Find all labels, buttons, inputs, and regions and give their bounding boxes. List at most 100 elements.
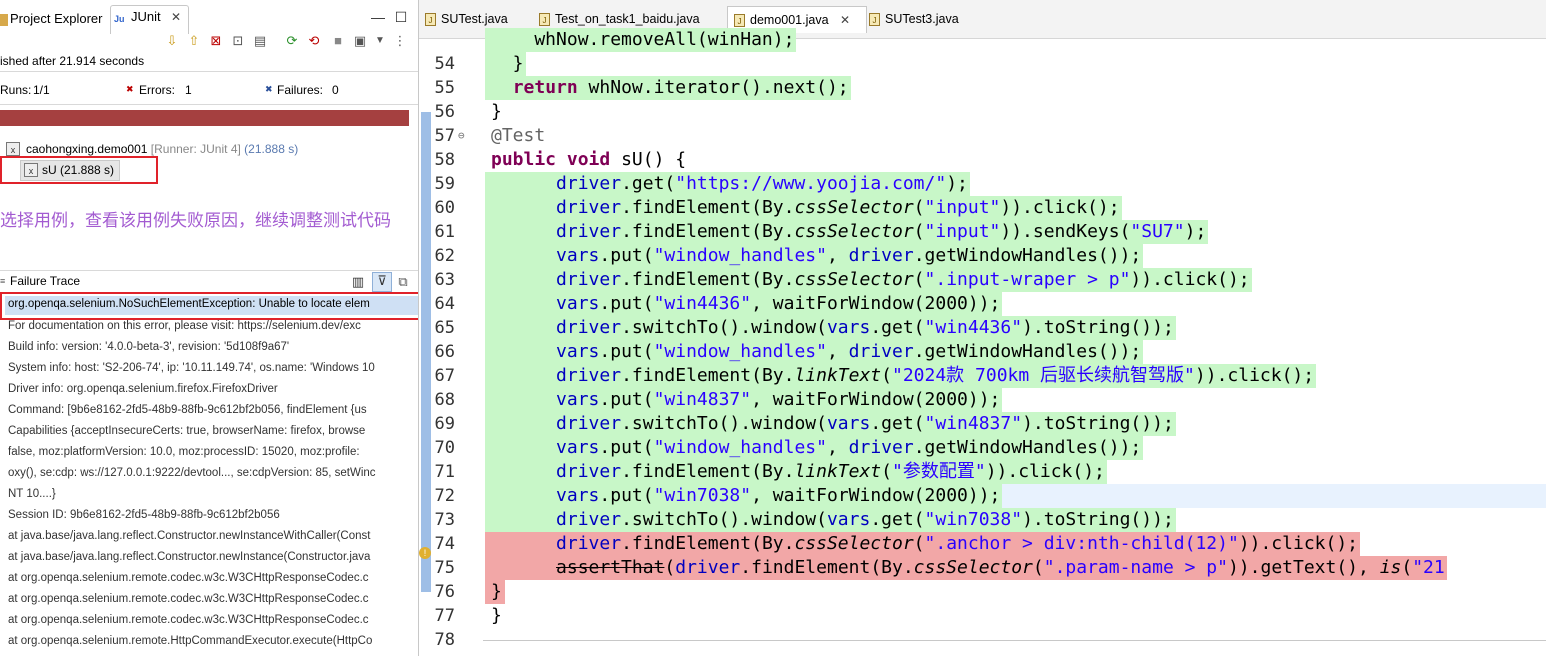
trace-line[interactable]: at java.base/java.lang.reflect.Construct…	[8, 547, 370, 568]
code-token: (	[664, 557, 676, 578]
code-token: .findElement(By.	[740, 557, 914, 578]
code-token: ".input-wraper > p"	[924, 269, 1131, 290]
test-run-history-icon[interactable]: ▣	[352, 33, 368, 49]
filter-stack-icon[interactable]: ⊽	[372, 272, 392, 292]
scroll-lock-icon[interactable]: ⊡	[230, 33, 246, 49]
trace-line[interactable]: at org.openqa.selenium.remote.codec.w3c.…	[8, 589, 369, 610]
failure-icon: ✖	[265, 84, 273, 94]
trace-line[interactable]: Build info: version: '4.0.0-beta-3', rev…	[8, 337, 289, 358]
trace-line[interactable]: at org.openqa.selenium.remote.codec.w3c.…	[8, 568, 369, 589]
code-text: }	[491, 100, 502, 124]
code-line[interactable]: 67 driver.findElement(By.linkText("2024款…	[419, 364, 1546, 388]
close-icon[interactable]: ✕	[171, 10, 181, 24]
code-text: driver.findElement(By.cssSelector("input…	[491, 196, 1120, 220]
maximize-icon[interactable]: ☐	[393, 9, 409, 25]
code-line[interactable]: 63 driver.findElement(By.cssSelector(".i…	[419, 268, 1546, 292]
code-line[interactable]: 57 ⊖ @Test	[419, 124, 1546, 148]
trace-line[interactable]: NT 10....}	[8, 484, 56, 505]
failures-value: 0	[332, 83, 339, 97]
stop-icon[interactable]: ■	[330, 33, 346, 49]
code-line[interactable]: 77}	[419, 604, 1546, 628]
code-line[interactable]: 75 assertThat(driver.findElement(By.cssS…	[419, 556, 1546, 580]
test-progress-bar	[0, 110, 409, 126]
code-line[interactable]: 59 driver.get("https://www.yoojia.com/")…	[419, 172, 1546, 196]
code-line[interactable]: 69 driver.switchTo().window(vars.get("wi…	[419, 412, 1546, 436]
code-text: driver.switchTo().window(vars.get("win44…	[491, 316, 1174, 340]
code-token: );	[1184, 221, 1207, 242]
code-line[interactable]: 60 driver.findElement(By.cssSelector("in…	[419, 196, 1546, 220]
code-line[interactable]: 58 public void sU() {	[419, 148, 1546, 172]
code-text: driver.findElement(By.linkText("参数配置")).…	[491, 460, 1105, 484]
code-line[interactable]: 73 driver.switchTo().window(vars.get("wi…	[419, 508, 1546, 532]
trace-line[interactable]: false, moz:platformVersion: 10.0, moz:pr…	[8, 442, 360, 463]
history-icon[interactable]: ▤	[252, 33, 268, 49]
tab-project-explorer[interactable]: Project Explorer	[0, 8, 102, 30]
chevron-down-icon[interactable]: ▼	[372, 33, 388, 49]
code-line[interactable]: 55 return whNow.iterator().next();	[419, 76, 1546, 100]
code-token: .findElement(By.	[621, 197, 795, 218]
tree-item-su[interactable]: x sU (21.888 s)	[20, 160, 120, 181]
line-number: 77	[434, 606, 455, 626]
code-line[interactable]: 72 vars.put("win7038", waitForWindow(200…	[419, 484, 1546, 508]
code-line[interactable]: 68 vars.put("win4837", waitForWindow(200…	[419, 388, 1546, 412]
next-failure-icon[interactable]: ⇩	[164, 33, 180, 49]
code-line[interactable]: 56}	[419, 100, 1546, 124]
trace-line[interactable]: oxy(), se:cdp: ws://127.0.0.1:9222/devto…	[8, 463, 376, 484]
trace-line[interactable]: System info: host: 'S2-206-74', ip: '10.…	[8, 358, 375, 379]
previous-failure-icon[interactable]: ⇧	[186, 33, 202, 49]
code-line[interactable]: 65 driver.switchTo().window(vars.get("wi…	[419, 316, 1546, 340]
fold-toggle-icon[interactable]: ⊖	[458, 124, 465, 148]
trace-line[interactable]: Capabilities {acceptInsecureCerts: true,…	[8, 421, 365, 442]
code-token: .findElement(By.	[621, 533, 795, 554]
line-number: 58	[434, 150, 455, 170]
code-line[interactable]: 71 driver.findElement(By.linkText("参数配置"…	[419, 460, 1546, 484]
tab-label: demo001.java	[750, 13, 829, 27]
tab-junit[interactable]: Ju JUnit ✕	[110, 5, 189, 34]
trace-line[interactable]: at org.openqa.selenium.remote.codec.w3c.…	[8, 610, 369, 631]
code-token: (	[881, 365, 892, 386]
code-line[interactable]: 74 driver.findElement(By.cssSelector(".a…	[419, 532, 1546, 556]
trace-line[interactable]: Driver info: org.openqa.selenium.firefox…	[8, 379, 278, 400]
rerun-failed-icon[interactable]: ⟲	[306, 33, 322, 49]
view-menu-icon[interactable]: ⋮	[392, 33, 408, 49]
code-token: vars	[826, 317, 871, 338]
code-line[interactable]: 61 driver.findElement(By.cssSelector("in…	[419, 220, 1546, 244]
trace-line[interactable]: For documentation on this error, please …	[8, 316, 361, 337]
code-token: "2024款 700km 后驱长续航智驾版"	[892, 365, 1195, 386]
code-line[interactable]: 70 vars.put("window_handles", driver.get…	[419, 436, 1546, 460]
copy-trace-icon[interactable]: ⧉	[395, 274, 411, 290]
code-line[interactable]: whNow.removeAll(winHan);	[419, 28, 1546, 52]
code-line[interactable]: 54 }	[419, 52, 1546, 76]
close-icon[interactable]: ✕	[840, 13, 850, 27]
code-token: .put(	[599, 341, 654, 362]
tree-root[interactable]: caohongxing.demo001 [Runner: JUnit 4] (2…	[26, 142, 298, 156]
code-line[interactable]: 62 vars.put("window_handles", driver.get…	[419, 244, 1546, 268]
horizontal-scrollbar[interactable]	[483, 640, 1546, 647]
code-token: "参数配置"	[892, 461, 986, 482]
code-line[interactable]: 64 vars.put("win4436", waitForWindow(200…	[419, 292, 1546, 316]
line-number: 59	[434, 174, 455, 194]
trace-line[interactable]: at org.openqa.selenium.remote.HttpComman…	[8, 631, 372, 652]
minimize-icon[interactable]: —	[370, 9, 386, 25]
trace-line[interactable]: org.openqa.selenium.NoSuchElementExcepti…	[8, 294, 370, 315]
rerun-icon[interactable]: ⟳	[284, 33, 300, 49]
annotation-text: 选择用例，查看该用例失败原因，继续调整测试代码	[0, 211, 391, 230]
code-token: cssSelector	[794, 197, 914, 218]
code-token: vars	[556, 485, 600, 506]
code-token: .put(	[599, 389, 654, 410]
runs-label: Runs:	[0, 83, 32, 97]
show-failures-only-icon[interactable]: ⊠	[208, 33, 224, 49]
run-status: ished after 21.914 seconds	[0, 54, 145, 68]
compare-result-icon[interactable]: ▥	[350, 274, 366, 290]
code-token: );	[946, 173, 968, 194]
code-token: .switchTo().window(	[621, 509, 827, 530]
code-token: )).click();	[985, 461, 1105, 482]
code-line[interactable]: 66 vars.put("window_handles", driver.get…	[419, 340, 1546, 364]
trace-line[interactable]: at java.base/java.lang.reflect.Construct…	[8, 526, 370, 547]
trace-line[interactable]: Command: [9b6e8162-2fd5-48b9-88fb-9c612b…	[8, 400, 367, 421]
code-token: (	[1032, 557, 1044, 578]
code-line[interactable]: 76}	[419, 580, 1546, 604]
trace-line[interactable]: Session ID: 9b6e8162-2fd5-48b9-88fb-9c61…	[8, 505, 280, 526]
